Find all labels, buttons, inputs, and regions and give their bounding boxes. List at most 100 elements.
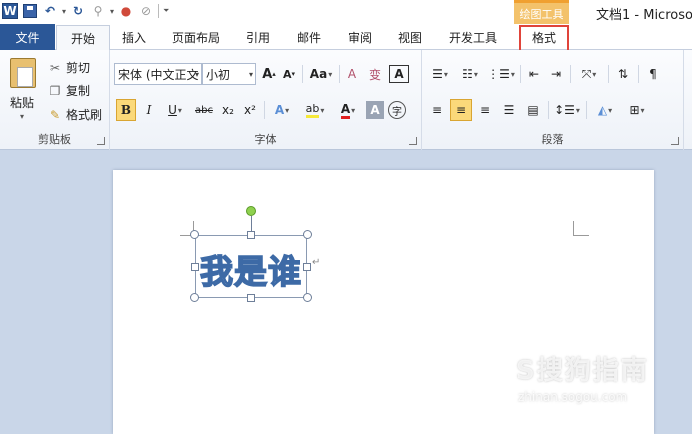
paste-dropdown-icon[interactable]: ▾ bbox=[20, 112, 24, 121]
borders-button[interactable]: ⊞ ▾ bbox=[622, 99, 652, 121]
wordart-text[interactable]: 我是谁 bbox=[199, 245, 302, 293]
font-color-button[interactable]: A ▾ bbox=[334, 99, 362, 121]
justify-button[interactable]: ☰ bbox=[498, 99, 520, 121]
tab-insert[interactable]: 插入 bbox=[116, 25, 152, 50]
chinese-layout-button[interactable]: ⤧ ▾ bbox=[574, 63, 604, 85]
qat-separator bbox=[158, 4, 160, 18]
superscript-button[interactable]: x² bbox=[240, 99, 260, 121]
cut-button[interactable]: ✂ 剪切 bbox=[48, 59, 90, 76]
bold-button[interactable]: B bbox=[116, 99, 136, 121]
resize-handle-bottom-right[interactable] bbox=[303, 293, 312, 302]
redo-icon[interactable]: ↻ bbox=[70, 3, 86, 19]
no-color-icon[interactable]: ⊘ bbox=[138, 3, 154, 19]
format-painter-qat-icon[interactable]: ⚲ bbox=[90, 3, 106, 19]
bullets-icon: ☰ bbox=[432, 67, 443, 81]
drawing-tools-context-header: 绘图工具 bbox=[514, 0, 569, 24]
tab-page-layout[interactable]: 页面布局 bbox=[166, 25, 226, 50]
sogou-watermark: S搜狗指南 bbox=[516, 356, 649, 386]
resize-handle-bottom-left[interactable] bbox=[190, 293, 199, 302]
sort-button[interactable]: ⇅ bbox=[612, 63, 634, 85]
paint-bucket-icon: ◭ bbox=[597, 103, 608, 117]
character-border-button[interactable]: A bbox=[389, 65, 409, 83]
color-wheel-icon[interactable]: ● bbox=[118, 3, 134, 19]
numbering-button[interactable]: ☷ ▾ bbox=[456, 63, 484, 85]
tab-references[interactable]: 引用 bbox=[240, 25, 276, 50]
resize-handle-bottom[interactable] bbox=[247, 294, 255, 302]
customize-qat-icon[interactable]: ⏷ bbox=[163, 6, 169, 16]
distributed-icon: ▤ bbox=[527, 103, 539, 117]
title-bar: W ↶ ▾ ↻ ⚲ ▾ ● ⊘ ⏷ 绘图工具 文档1 - Microso bbox=[0, 0, 692, 24]
ribbon: 粘贴 ▾ ✂ 剪切 ❐ 复制 ✎ 格式刷 剪贴板 宋体 (中文正文 ▾ 小初 ▾… bbox=[0, 50, 692, 150]
undo-dropdown-icon[interactable]: ▾ bbox=[62, 7, 66, 16]
underline-button[interactable]: U ▾ bbox=[162, 99, 188, 121]
paragraph-separator-4 bbox=[638, 65, 639, 83]
text-effects-button[interactable]: A ▾ bbox=[268, 99, 296, 121]
resize-handle-top[interactable] bbox=[247, 231, 255, 239]
align-right-button[interactable]: ≡ bbox=[474, 99, 496, 121]
qat-dropdown-icon[interactable]: ▾ bbox=[110, 7, 114, 16]
align-center-button[interactable]: ≡ bbox=[450, 99, 472, 121]
tab-view[interactable]: 视图 bbox=[392, 25, 428, 50]
resize-handle-top-right[interactable] bbox=[303, 230, 312, 239]
undo-icon[interactable]: ↶ bbox=[42, 3, 58, 19]
line-spacing-button[interactable]: ↕☰ ▾ bbox=[552, 99, 582, 121]
font-name-dropdown-icon[interactable]: ▾ bbox=[195, 70, 199, 79]
tab-home[interactable]: 开始 bbox=[56, 25, 110, 51]
format-painter-button[interactable]: ✎ 格式刷 bbox=[48, 106, 102, 123]
tab-developer[interactable]: 开发工具 bbox=[443, 25, 503, 50]
font-group: 宋体 (中文正文 ▾ 小初 ▾ A ▴ A ▾ Aa ▾ A 变 A B I U ▾ a… bbox=[110, 50, 422, 150]
paste-button-label[interactable]: 粘贴 bbox=[10, 94, 34, 111]
highlight-color-button[interactable]: ab ▾ bbox=[300, 99, 330, 121]
paragraph-separator-3 bbox=[608, 65, 609, 83]
resize-handle-top-left[interactable] bbox=[190, 230, 199, 239]
word-app-icon[interactable]: W bbox=[2, 3, 18, 19]
font-size-combo[interactable]: 小初 ▾ bbox=[202, 63, 256, 85]
copy-button[interactable]: ❐ 复制 bbox=[48, 82, 90, 99]
font-size-value: 小初 bbox=[206, 67, 231, 82]
character-shading-button[interactable]: A bbox=[366, 101, 384, 119]
decrease-indent-button[interactable]: ⇤ bbox=[524, 63, 544, 85]
increase-indent-button[interactable]: ⇥ bbox=[546, 63, 566, 85]
clipboard-launcher-icon[interactable] bbox=[97, 137, 105, 145]
paragraph-mark: ↵ bbox=[312, 257, 321, 268]
change-case-button[interactable]: Aa ▾ bbox=[306, 63, 336, 85]
font-name-combo[interactable]: 宋体 (中文正文 ▾ bbox=[114, 63, 202, 85]
font-group-label: 字体 bbox=[254, 133, 277, 146]
line-spacing-icon: ↕☰ bbox=[554, 103, 575, 117]
numbering-icon: ☷ bbox=[462, 67, 473, 81]
shrink-font-button[interactable]: A ▾ bbox=[280, 63, 298, 85]
phonetic-guide-button[interactable]: 变 bbox=[364, 63, 386, 85]
font-size-dropdown-icon[interactable]: ▾ bbox=[249, 70, 253, 79]
decrease-indent-icon: ⇤ bbox=[528, 67, 540, 81]
multilevel-list-button[interactable]: ⋮☰ ▾ bbox=[486, 63, 516, 85]
show-hide-marks-button[interactable]: ¶ bbox=[642, 63, 664, 85]
tab-mailings[interactable]: 邮件 bbox=[291, 25, 327, 50]
font-launcher-icon[interactable] bbox=[409, 137, 417, 145]
distributed-button[interactable]: ▤ bbox=[522, 99, 544, 121]
save-icon[interactable] bbox=[22, 3, 38, 19]
clear-formatting-button[interactable]: A bbox=[342, 63, 362, 85]
multilevel-list-icon: ⋮☰ bbox=[487, 67, 510, 81]
italic-button[interactable]: I bbox=[140, 99, 158, 121]
paragraph-separator-6 bbox=[586, 101, 587, 119]
resize-handle-right[interactable] bbox=[303, 263, 311, 271]
paragraph-launcher-icon[interactable] bbox=[671, 137, 679, 145]
paragraph-separator-1 bbox=[520, 65, 521, 83]
paste-icon[interactable] bbox=[10, 58, 36, 88]
quick-access-toolbar: W ↶ ▾ ↻ ⚲ ▾ ● ⊘ ⏷ bbox=[2, 3, 169, 19]
crop-mark-top-right bbox=[573, 221, 574, 235]
tab-review[interactable]: 审阅 bbox=[342, 25, 378, 50]
tab-file[interactable]: 文件 bbox=[0, 24, 55, 50]
bullets-button[interactable]: ☰ ▾ bbox=[426, 63, 454, 85]
shading-button[interactable]: ◭ ▾ bbox=[590, 99, 620, 121]
resize-handle-left[interactable] bbox=[191, 263, 199, 271]
font-separator-1 bbox=[302, 65, 303, 83]
strikethrough-button[interactable]: abc bbox=[192, 99, 216, 121]
align-left-icon: ≡ bbox=[431, 103, 443, 117]
align-left-button[interactable]: ≡ bbox=[426, 99, 448, 121]
enclose-characters-button[interactable]: 字 bbox=[388, 101, 406, 119]
grow-font-button[interactable]: A ▴ bbox=[260, 63, 278, 85]
subscript-button[interactable]: x₂ bbox=[218, 99, 238, 121]
format-painter-label: 格式刷 bbox=[66, 108, 103, 122]
rotation-handle[interactable] bbox=[246, 206, 256, 216]
